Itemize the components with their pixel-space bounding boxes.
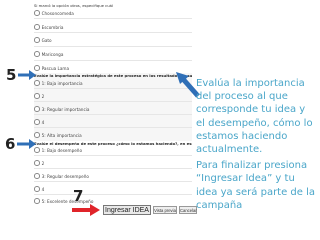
option-label: Escombria bbox=[41, 24, 64, 30]
option-label: 2 bbox=[41, 160, 45, 166]
radio-button[interactable] bbox=[34, 106, 40, 112]
separator bbox=[34, 194, 192, 195]
option-performance-1[interactable]: 1: Bajo desempeño bbox=[34, 146, 192, 154]
step-marker-5: 5 bbox=[6, 66, 17, 84]
radio-button[interactable] bbox=[34, 37, 40, 43]
separator bbox=[34, 181, 192, 182]
radio-button[interactable] bbox=[34, 93, 40, 99]
option-importance-5[interactable]: 5: Alta importancia bbox=[34, 131, 192, 139]
radio-button[interactable] bbox=[34, 10, 40, 16]
separator bbox=[34, 88, 192, 89]
option-label: Mariconga bbox=[41, 51, 64, 57]
instruction-submit: Para finalizar presiona “Ingresar Idea” … bbox=[196, 160, 316, 211]
separator bbox=[34, 114, 192, 115]
option-label: Pascua Lama bbox=[41, 65, 70, 71]
radio-button[interactable] bbox=[34, 65, 40, 71]
submit-idea-button[interactable]: Ingresar IDEA bbox=[103, 205, 151, 215]
radio-button[interactable] bbox=[34, 198, 40, 204]
option-other-3[interactable]: Gato bbox=[34, 36, 192, 44]
separator bbox=[34, 168, 192, 169]
option-other-5[interactable]: Pascua Lama bbox=[34, 64, 192, 72]
radio-button[interactable] bbox=[34, 24, 40, 30]
option-importance-2[interactable]: 2 bbox=[34, 92, 192, 100]
option-label: 3: Regular desempeño bbox=[41, 173, 89, 179]
option-other-2[interactable]: Escombria bbox=[34, 23, 192, 31]
instruction-evaluate: Evalúa la importancia del proceso al que… bbox=[196, 78, 313, 156]
option-other-1[interactable]: Chosoncomeda bbox=[34, 9, 192, 17]
question-other-label: Si marcó la opción otros, especifique cu… bbox=[34, 4, 114, 8]
option-label: 3: Regular importancia bbox=[41, 106, 90, 112]
separator bbox=[34, 32, 192, 33]
option-other-4[interactable]: Mariconga bbox=[34, 50, 192, 58]
option-label: 4 bbox=[41, 186, 45, 192]
option-performance-4[interactable]: 4 bbox=[34, 185, 192, 193]
separator bbox=[34, 60, 192, 61]
option-label: Chosoncomeda bbox=[41, 10, 74, 16]
option-label: Gato bbox=[41, 37, 52, 43]
radio-button[interactable] bbox=[34, 160, 40, 166]
step-marker-6: 6 bbox=[5, 135, 16, 153]
radio-button[interactable] bbox=[34, 80, 40, 86]
radio-button[interactable] bbox=[34, 147, 40, 153]
separator bbox=[34, 155, 192, 156]
preview-button[interactable]: Vista previa bbox=[153, 206, 177, 214]
step-marker-7: 7 bbox=[73, 187, 84, 205]
cancel-button[interactable]: Cancelar bbox=[179, 206, 197, 214]
separator bbox=[34, 127, 192, 128]
separator bbox=[34, 46, 192, 47]
option-label: 5: Alta importancia bbox=[41, 132, 82, 138]
option-label: 5: Excelente desempeño bbox=[41, 198, 94, 204]
option-performance-3[interactable]: 3: Regular desempeño bbox=[34, 172, 192, 180]
option-importance-3[interactable]: 3: Regular importancia bbox=[34, 105, 192, 113]
question-importance-label: Evalúe la importancia estratégica de est… bbox=[34, 74, 192, 78]
separator bbox=[34, 18, 192, 19]
option-performance-5[interactable]: 5: Excelente desempeño bbox=[34, 197, 192, 205]
radio-button[interactable] bbox=[34, 186, 40, 192]
option-label: 1: Baja importancia bbox=[41, 80, 83, 86]
radio-button[interactable] bbox=[34, 51, 40, 57]
radio-button[interactable] bbox=[34, 173, 40, 179]
idea-form: Si marcó la opción otros, especifique cu… bbox=[34, 4, 192, 206]
option-performance-2[interactable]: 2 bbox=[34, 159, 192, 167]
option-importance-1[interactable]: 1: Baja importancia bbox=[34, 79, 192, 87]
option-label: 2 bbox=[41, 93, 45, 99]
instructions-panel: Evalúa la importancia del proceso al que… bbox=[196, 77, 316, 215]
option-label: 1: Bajo desempeño bbox=[41, 147, 83, 153]
separator bbox=[34, 101, 192, 102]
radio-button[interactable] bbox=[34, 119, 40, 125]
option-label: 4 bbox=[41, 119, 45, 125]
radio-button[interactable] bbox=[34, 132, 40, 138]
option-importance-4[interactable]: 4 bbox=[34, 118, 192, 126]
